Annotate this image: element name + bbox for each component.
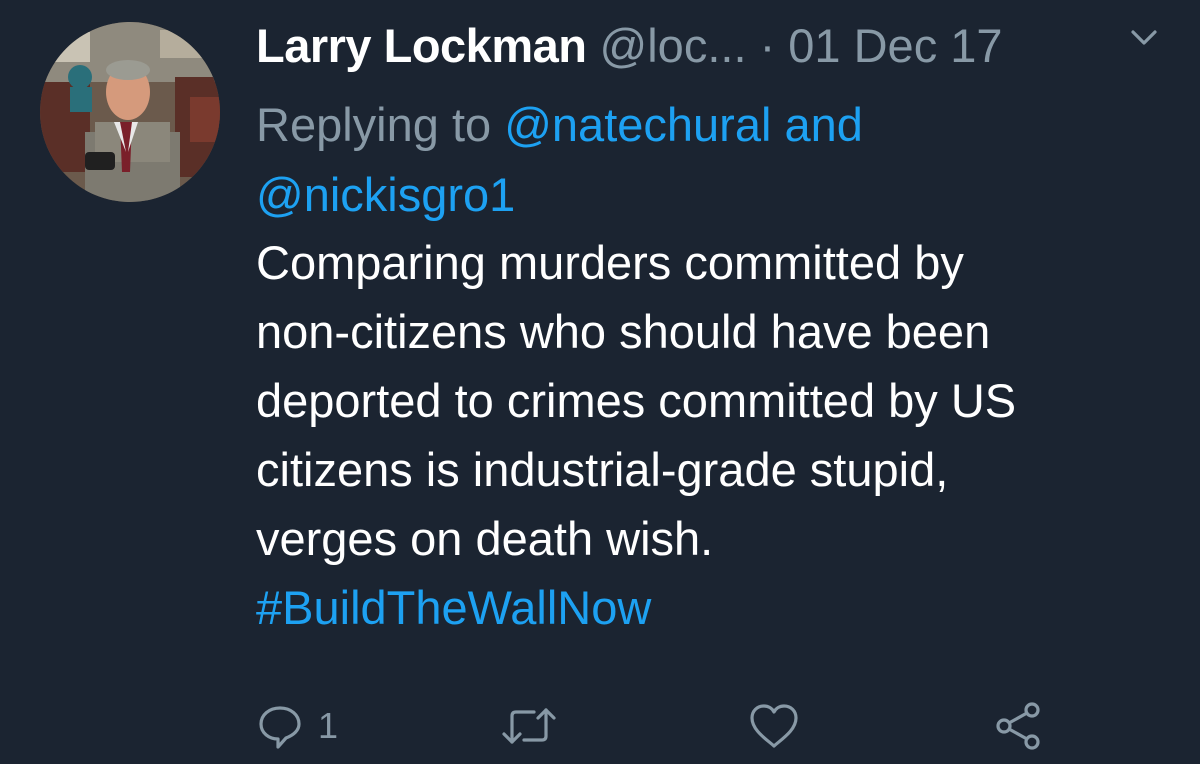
reply-mention-natechural[interactable]: @natechural xyxy=(504,98,771,151)
tweet-header: Larry Lockman @loc... · 01 Dec 17 xyxy=(256,14,1176,78)
share-button[interactable] xyxy=(992,698,1044,754)
header-separator: · xyxy=(759,19,776,72)
author-handle[interactable]: @loc... xyxy=(600,19,747,72)
tweet-body-line: verges on death wish. xyxy=(256,512,714,565)
reply-mention-nickisgro1[interactable]: @nickisgro1 xyxy=(256,168,515,221)
tweet-body-line: citizens is industrial-grade stupid, xyxy=(256,443,949,496)
like-button[interactable] xyxy=(748,698,800,754)
retweet-button[interactable] xyxy=(500,698,558,754)
tweet-actions: 1 xyxy=(256,698,1156,754)
reply-icon xyxy=(256,702,304,750)
like-icon xyxy=(748,702,800,750)
author-name[interactable]: Larry Lockman xyxy=(256,19,587,72)
tweet[interactable]: Larry Lockman @loc... · 01 Dec 17 Replyi… xyxy=(0,0,1200,764)
chevron-down-icon[interactable] xyxy=(1126,20,1162,61)
avatar-image xyxy=(40,22,220,202)
tweet-body-line: Comparing murders committed by xyxy=(256,236,964,289)
reply-conjunction[interactable]: and xyxy=(784,98,862,151)
reply-prefix: Replying to xyxy=(256,98,492,151)
avatar[interactable] xyxy=(40,22,220,202)
tweet-body-line: deported to crimes committed by US xyxy=(256,374,1017,427)
replying-to: Replying to @natechural and @nickisgro1 xyxy=(256,90,1176,230)
tweet-date[interactable]: 01 Dec 17 xyxy=(788,19,1002,72)
retweet-icon xyxy=(500,702,558,750)
share-icon xyxy=(992,700,1044,752)
reply-count: 1 xyxy=(318,705,339,746)
reply-button[interactable]: 1 xyxy=(256,698,338,754)
hashtag-link[interactable]: #BuildTheWallNow xyxy=(256,573,1176,642)
tweet-body-line: non-citizens who should have been xyxy=(256,305,991,358)
tweet-body: Comparing murders committed by non-citiz… xyxy=(256,228,1176,642)
